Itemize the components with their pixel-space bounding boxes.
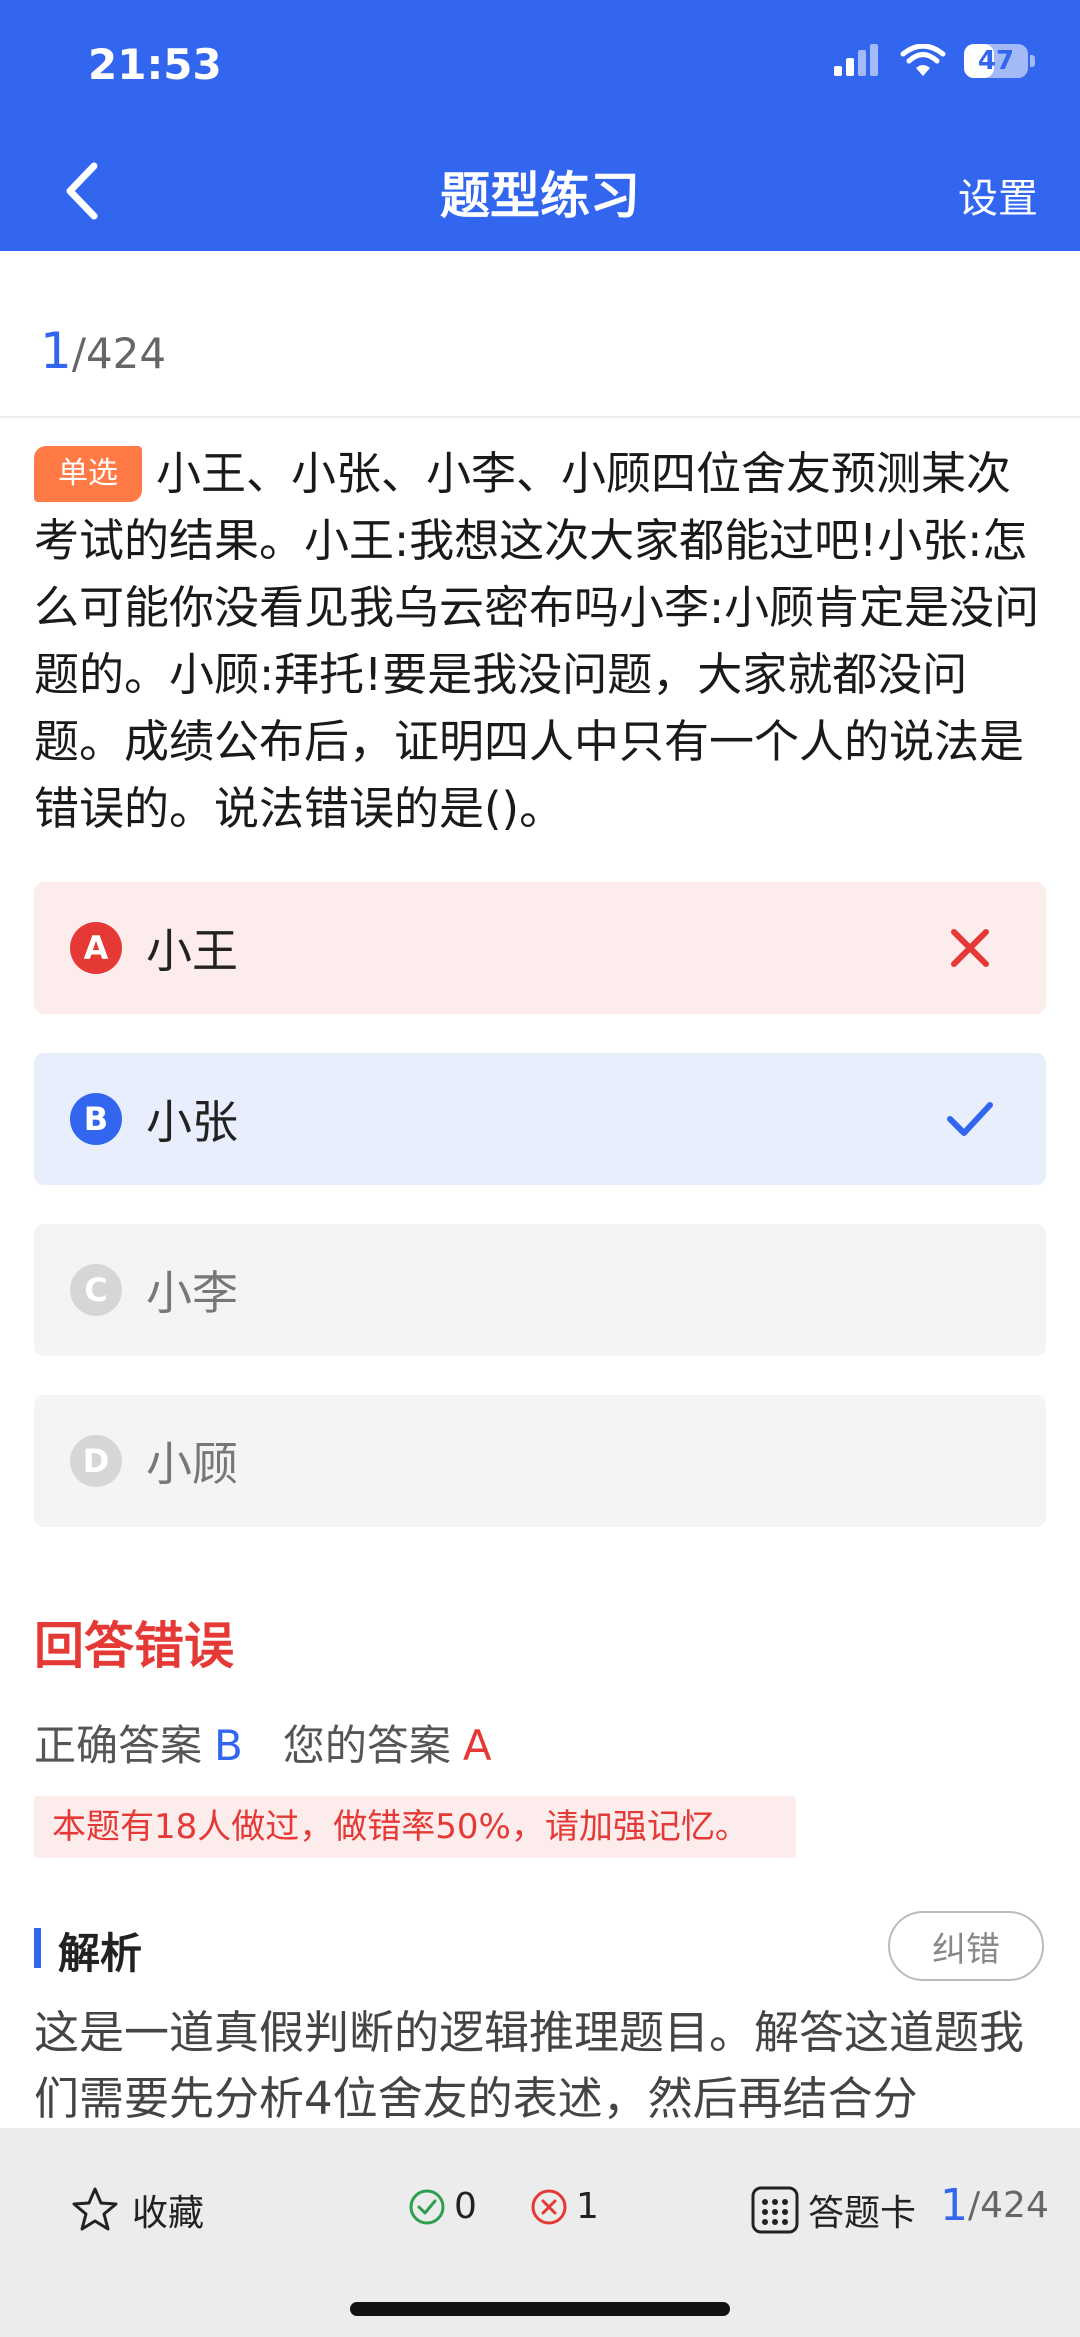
error-rate-tip: 本题有18人做过，做错率50%，请加强记忆。 [34,1796,796,1858]
answer-card-label: 答题卡 [808,2193,917,2234]
home-indicator [350,2302,730,2316]
correct-check-icon [947,1102,993,1136]
option-text: 小顾 [146,1437,238,1491]
option-text: 小王 [146,924,238,978]
grid-icon [751,2186,799,2234]
wrong-count: 1 [530,2186,599,2227]
analysis-title: 解析 [58,1929,143,1978]
question-type-badge: 单选 [34,446,142,502]
option-letter-circle: C [70,1264,122,1316]
question-text: 小王、小张、小李、小顾四位舍友预测某次考试的结果。小王:我想这次大家都能过吧!小… [34,447,1040,835]
question-stem: 单选 小王、小张、小李、小顾四位舍友预测某次考试的结果。小王:我想这次大家都能过吧… [34,440,1044,842]
cross-circle-icon [531,2189,567,2224]
answer-card-button[interactable]: 答题卡 [750,2184,916,2236]
wrong-count-value: 1 [576,2186,599,2227]
your-answer-label: 您的答案 [282,1721,451,1770]
correct-answer-value: B [214,1721,243,1770]
settings-button[interactable]: 设置 [958,166,1038,224]
analysis-text: 这是一道真假判断的逻辑推理题目。解答这道题我们需要先分析4位舍友的表述，然后再结… [34,2006,1025,2125]
wifi-icon [900,44,946,76]
favorite-button[interactable]: 收藏 [70,2184,204,2236]
question-counter: 1/424 [40,322,166,380]
status-time: 21:53 [88,40,222,89]
status-icons: 47 [832,44,1035,78]
page-title: 题型练习 [440,167,640,225]
option-letter-circle: B [70,1093,122,1145]
total-questions: /424 [71,329,167,378]
favorite-label: 收藏 [132,2193,205,2234]
divider [0,416,1080,418]
correct-count-value: 0 [454,2186,477,2227]
bottom-total: /424 [968,2185,1049,2226]
bottom-progress: 1/424 [940,2180,1049,2231]
battery-icon: 47 [964,44,1035,78]
option-letter-circle: D [70,1435,122,1487]
result-title: 回答错误 [34,1617,234,1675]
your-answer-value: A [462,1721,492,1770]
wrong-cross-icon [951,929,989,967]
current-question-number: 1 [40,322,72,380]
app-header: 21:53 47 题型练习 设置 [0,0,1080,251]
correct-count: 0 [408,2186,477,2227]
bottom-current: 1 [940,2180,968,2231]
option-text: 小张 [146,1095,238,1149]
battery-level: 47 [977,46,1015,76]
option-b[interactable]: B 小张 [34,1053,1046,1185]
check-circle-icon [409,2189,445,2224]
answer-summary: 正确答案 B 您的答案 A [34,1712,492,1773]
option-a[interactable]: A 小王 [34,882,1046,1014]
star-icon [72,2187,118,2231]
signal-icon [834,44,878,76]
option-letter-circle: A [70,922,122,974]
analysis-accent-bar [34,1928,41,1968]
correct-answer-label: 正确答案 [34,1721,203,1770]
option-c[interactable]: C 小李 [34,1224,1046,1356]
report-error-button[interactable]: 纠错 [888,1911,1044,1981]
option-d[interactable]: D 小顾 [34,1395,1046,1527]
option-text: 小李 [146,1266,238,1320]
